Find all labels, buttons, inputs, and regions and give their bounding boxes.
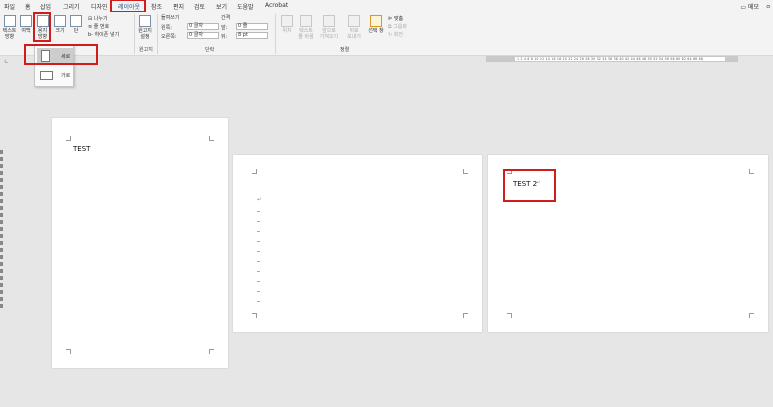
wrap-text-button[interactable]: 텍스트 줄 바꿈 — [296, 15, 316, 40]
memo-button[interactable]: ▭ 메모 — [740, 2, 759, 11]
paragraph-mark-icon: ↵ — [257, 197, 262, 203]
hyphenation-icon: b‑ — [88, 32, 93, 38]
tab-insert[interactable]: 삽입 — [40, 2, 51, 11]
position-icon — [281, 15, 293, 27]
group-label-arrange: 정렬 — [340, 47, 350, 53]
spacing-after-input[interactable]: 8 pt — [236, 32, 268, 39]
share-icon[interactable]: ㅇ — [765, 2, 771, 11]
page-size-icon — [54, 15, 66, 27]
page-1-text[interactable]: TEST — [73, 145, 90, 153]
selection-pane-button[interactable]: 선택 창 — [367, 15, 385, 34]
tab-view[interactable]: 보기 — [216, 2, 227, 11]
orientation-landscape-item[interactable]: 가로 — [37, 67, 73, 83]
margins-button[interactable]: 여백 — [19, 15, 33, 34]
separator — [275, 14, 276, 54]
comment-icon: ▭ — [740, 4, 747, 11]
spacing-after-label: 뒤: — [221, 34, 228, 40]
landscape-page-icon — [40, 71, 53, 80]
page-1[interactable]: TEST — [52, 118, 228, 368]
rotate-icon: ↻ — [388, 32, 393, 38]
send-backward-button[interactable]: 뒤로 보내기 — [344, 15, 364, 40]
position-button[interactable]: 위치 — [280, 15, 294, 34]
send-backward-icon — [348, 15, 360, 27]
breaks-icon: ⊟ — [88, 16, 93, 22]
align-icon: ⊫ — [388, 16, 393, 22]
tab-acrobat[interactable]: Acrobat — [265, 2, 288, 9]
tab-draw[interactable]: 그리기 — [63, 2, 80, 11]
horizontal-ruler[interactable]: 1 2 4 6 8 10 12 14 16 18 20 22 24 26 28 … — [486, 56, 738, 62]
tab-review[interactable]: 검토 — [194, 2, 205, 11]
ruler-margin-left — [487, 57, 515, 61]
spacing-before-label: 앞: — [221, 25, 228, 31]
highlight-orientation-button — [33, 12, 51, 42]
tab-design[interactable]: 디자인 — [91, 2, 108, 11]
separator — [157, 14, 158, 54]
tab-help[interactable]: 도움말 — [237, 2, 254, 11]
group-button[interactable]: ⧉ 그룹화 — [388, 23, 407, 30]
group-icon: ⧉ — [388, 24, 392, 30]
indent-left-input[interactable]: 0 글자 — [187, 23, 219, 30]
tab-references[interactable]: 참조 — [151, 2, 162, 11]
separator — [134, 14, 135, 54]
size-button[interactable]: 크기 — [54, 15, 66, 34]
line-numbers-icon: ≡ — [88, 24, 93, 30]
spacing-title: 간격 — [221, 15, 231, 21]
highlight-page-3-text — [503, 169, 556, 202]
wrap-text-icon — [300, 15, 312, 27]
indent-right-input[interactable]: 0 글자 — [187, 32, 219, 39]
ruler-margin-right — [725, 57, 737, 61]
tab-mailings[interactable]: 편지 — [173, 2, 184, 11]
group-label-paragraph: 단락 — [205, 47, 215, 53]
left-vertical-ruler — [0, 150, 4, 330]
margins-icon — [20, 15, 32, 27]
manuscript-button[interactable]: 원고지 설정 — [137, 15, 153, 40]
spacing-before-input[interactable]: 0 줄 — [236, 23, 268, 30]
indent-left-label: 왼쪽: — [161, 25, 172, 31]
indent-right-label: 오른쪽: — [161, 34, 177, 40]
align-button[interactable]: ⊫ 맞춤 — [388, 15, 403, 22]
manuscript-icon — [139, 15, 151, 27]
tab-selector-icon[interactable]: ㄴ — [4, 58, 9, 65]
highlight-portrait-item — [24, 44, 98, 65]
bring-forward-button[interactable]: 앞으로 가져오기 — [318, 15, 340, 40]
hyphenation-button[interactable]: b‑ 하이픈 넣기 — [88, 31, 119, 38]
line-numbers-button[interactable]: ≡ 줄 번호 — [88, 23, 109, 30]
breaks-button[interactable]: ⊟ 나누기 — [88, 15, 108, 22]
group-label-manuscript: 원고지 — [139, 47, 153, 53]
tab-home[interactable]: 홈 — [25, 2, 31, 11]
selection-pane-icon — [370, 15, 382, 27]
rotate-button[interactable]: ↻ 회전 — [388, 31, 403, 38]
columns-icon — [70, 15, 82, 27]
columns-button[interactable]: 단 — [70, 15, 82, 34]
bring-forward-icon — [323, 15, 335, 27]
tab-file[interactable]: 파일 — [4, 2, 15, 11]
page-2[interactable]: ↵ — [233, 155, 482, 332]
text-direction-icon — [3, 15, 16, 27]
ruler-numbers: 1 2 4 6 8 10 12 14 16 18 20 22 24 26 28 … — [517, 57, 704, 61]
text-direction-button[interactable]: 텍스트 방향 — [2, 15, 17, 40]
indent-title: 들여쓰기 — [161, 15, 180, 21]
word-window: 파일 홈 삽입 그리기 디자인 레이아웃 참조 편지 검토 보기 도움말 Acr… — [0, 0, 773, 407]
